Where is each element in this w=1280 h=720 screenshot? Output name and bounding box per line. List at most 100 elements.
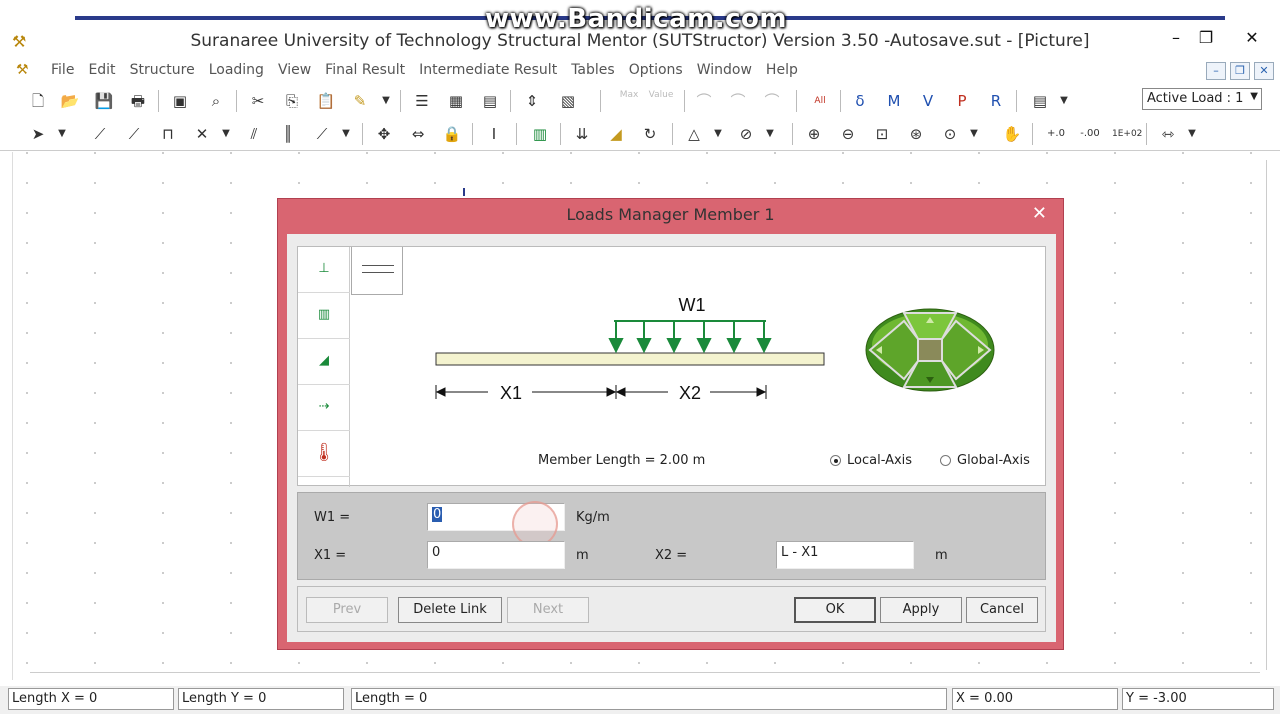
pointer-icon[interactable]: ➤ (26, 122, 50, 146)
support-shear-icon[interactable]: ⌒ (760, 89, 784, 113)
cut-icon[interactable]: ✂ (246, 89, 270, 113)
zoom-in-icon[interactable]: ⊕ (802, 122, 826, 146)
x2-input[interactable]: L - X1 (776, 541, 914, 569)
value-button[interactable]: Value (646, 89, 676, 113)
decrease-decimal-icon[interactable]: -.00 (1078, 122, 1102, 146)
zoom-window-icon[interactable]: ⊡ (870, 122, 894, 146)
properties-icon[interactable]: ☰ (410, 89, 434, 113)
close-button[interactable]: ✕ (1234, 24, 1270, 52)
menu-item-view[interactable]: View (271, 62, 318, 78)
document-icon[interactable]: ⚒ (16, 62, 29, 78)
menu-item-help[interactable]: Help (759, 62, 805, 78)
zoom-previous-icon[interactable]: ⊙ (938, 122, 962, 146)
menu-item-intermediate-result[interactable]: Intermediate Result (412, 62, 564, 78)
menu-item-options[interactable]: Options (622, 62, 690, 78)
all-diagrams-button[interactable]: All (808, 89, 832, 113)
x1-input[interactable]: 0 (427, 541, 565, 569)
distributed-load-icon[interactable]: ▥ (528, 122, 552, 146)
global-axis-radio[interactable]: Global-Axis (940, 453, 1030, 468)
chevron-down-icon[interactable]: ▼ (50, 122, 74, 146)
next-button[interactable]: Next (507, 597, 589, 623)
dimension-line-icon[interactable]: ⇿ (1156, 122, 1180, 146)
active-load-select[interactable]: Active Load : 1 ▼ (1142, 88, 1262, 110)
support-reaction-icon[interactable]: ⌒ (692, 89, 716, 113)
mdi-minimize-button[interactable]: – (1206, 62, 1226, 80)
dimension-icon[interactable]: ⇕ (520, 89, 544, 113)
lock-icon[interactable]: 🔒 (440, 122, 464, 146)
moment-diagram-icon[interactable]: M (882, 89, 906, 113)
reaction-icon[interactable]: R (984, 89, 1008, 113)
triangular-load-icon[interactable]: ◢ (604, 122, 628, 146)
print-icon[interactable]: 🖶 (126, 89, 150, 113)
paint-icon[interactable]: ✎ (348, 89, 372, 113)
triangular-load-type-icon[interactable]: ◢ (298, 339, 350, 385)
horizontal-scrollbar[interactable] (30, 672, 1260, 680)
chevron-down-icon[interactable]: ▼ (962, 122, 986, 146)
new-file-icon[interactable]: 🗋 (26, 89, 50, 113)
menu-item-file[interactable]: File (44, 62, 81, 78)
zoom-out-icon[interactable]: ⊖ (836, 122, 860, 146)
chevron-down-icon[interactable]: ▼ (374, 89, 398, 113)
draw-node-icon[interactable]: ⟋ (122, 122, 146, 146)
copy-icon[interactable]: ⎘ (280, 89, 304, 113)
chevron-down-icon[interactable]: ▼ (758, 122, 782, 146)
zoom-page-icon[interactable]: ⌕ (204, 89, 228, 113)
thermometer-icon[interactable]: 🌡 (298, 431, 350, 477)
list-icon[interactable]: ▤ (478, 89, 502, 113)
menu-item-edit[interactable]: Edit (81, 62, 122, 78)
deflection-icon[interactable]: δ (848, 89, 872, 113)
increase-decimal-icon[interactable]: +.0 (1044, 122, 1068, 146)
mdi-close-button[interactable]: ✕ (1254, 62, 1274, 80)
slash-tool-icon[interactable]: ⫽ (242, 122, 266, 146)
chevron-down-icon[interactable]: ▼ (706, 122, 730, 146)
chevron-down-icon[interactable]: ▼ (1052, 89, 1076, 113)
apply-button[interactable]: Apply (880, 597, 962, 623)
mdi-restore-button[interactable]: ❐ (1230, 62, 1250, 80)
axial-load-type-icon[interactable]: ⇢ (298, 385, 350, 431)
max-value-button[interactable]: Max (614, 89, 644, 113)
navigation-pad-icon[interactable] (864, 307, 996, 393)
axial-force-icon[interactable]: P (950, 89, 974, 113)
support-moment-icon[interactable]: ⌒ (726, 89, 750, 113)
save-icon[interactable]: 💾 (92, 89, 116, 113)
paste-icon[interactable]: 📋 (314, 89, 338, 113)
print-preview-icon[interactable]: ▣ (168, 89, 192, 113)
grid-table-icon[interactable]: ▦ (444, 89, 468, 113)
cancel-button[interactable]: Cancel (966, 597, 1038, 623)
chevron-down-icon[interactable]: ▼ (1180, 122, 1204, 146)
prev-button[interactable]: Prev (306, 597, 388, 623)
open-folder-icon[interactable]: 📂 (58, 89, 82, 113)
barcode-icon[interactable]: ║ (276, 122, 300, 146)
corner-tool-icon[interactable]: ⟋ (310, 122, 334, 146)
point-load-type-icon[interactable]: ⊥ (298, 247, 350, 293)
local-axis-radio[interactable]: Local-Axis (830, 453, 912, 468)
cross-member-icon[interactable]: ✕ (190, 122, 214, 146)
menu-item-window[interactable]: Window (690, 62, 759, 78)
chevron-down-icon[interactable]: ▼ (214, 122, 238, 146)
vertical-scrollbar[interactable] (1266, 160, 1274, 670)
support-icon[interactable]: △ (682, 122, 706, 146)
uniform-load-type-icon[interactable]: ▥ (298, 293, 350, 339)
text-cursor-icon[interactable]: I (482, 122, 506, 146)
frame-icon[interactable]: ⊓ (156, 122, 180, 146)
pan-hand-icon[interactable]: ✋ (1000, 122, 1024, 146)
shear-diagram-icon[interactable]: V (916, 89, 940, 113)
moment-load-icon[interactable]: ↻ (638, 122, 662, 146)
zoom-all-icon[interactable]: ⊛ (904, 122, 928, 146)
move-horizontal-icon[interactable]: ⇔ (406, 122, 430, 146)
delete-link-button[interactable]: Delete Link (398, 597, 502, 623)
menu-item-loading[interactable]: Loading (202, 62, 271, 78)
maximize-button[interactable]: ❐ (1188, 24, 1224, 52)
scientific-notation-icon[interactable]: 1E+02 (1112, 122, 1142, 146)
move-icon[interactable]: ✥ (372, 122, 396, 146)
selected-load-tab[interactable] (351, 247, 403, 295)
menu-item-structure[interactable]: Structure (123, 62, 202, 78)
menu-item-final-result[interactable]: Final Result (318, 62, 412, 78)
menu-item-tables[interactable]: Tables (564, 62, 622, 78)
hatch-icon[interactable]: ▧ (556, 89, 580, 113)
table-view-icon[interactable]: ▤ (1028, 89, 1052, 113)
ok-button[interactable]: OK (794, 597, 876, 623)
hinge-icon[interactable]: ⊘ (734, 122, 758, 146)
point-load-icon[interactable]: ⇊ (570, 122, 594, 146)
close-icon[interactable]: ✕ (1032, 203, 1047, 224)
